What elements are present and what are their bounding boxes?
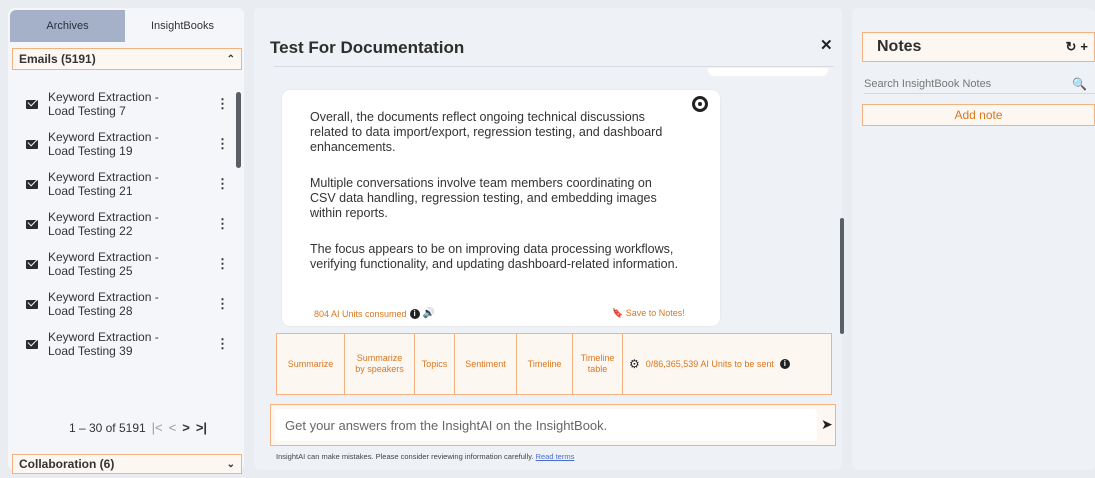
notes-search-input[interactable]: Search InsightBook Notes [864, 78, 991, 90]
notes-title: Notes [877, 38, 922, 55]
speaker-icon[interactable]: 🔊 [423, 308, 435, 319]
more-options-icon[interactable]: ⋮ [216, 96, 229, 112]
collaboration-section-label: Collaboration (6) [19, 457, 115, 471]
envelope-icon [26, 259, 38, 269]
tab-insightbooks[interactable]: InsightBooks [125, 10, 240, 42]
more-options-icon[interactable]: ⋮ [216, 336, 229, 352]
next-page-icon[interactable]: > [182, 420, 190, 435]
units-consumed: 804 AI Units consumed i 🔊 [314, 308, 435, 319]
list-item-label: Keyword Extraction - Load Testing 25 [48, 250, 159, 278]
archives-panel: Archives InsightBooks Emails (5191) ⌃ Ke… [8, 8, 244, 474]
ai-actions-toolbar: Summarize Summarize by speakers Topics S… [276, 333, 832, 395]
chat-scrollbar[interactable] [840, 218, 844, 334]
more-options-icon[interactable]: ⋮ [216, 216, 229, 232]
sentiment-button[interactable]: Sentiment [455, 334, 517, 394]
list-item[interactable]: Keyword Extraction - Load Testing 21 ⋮ [18, 164, 233, 204]
read-terms-link[interactable]: Read terms [536, 452, 575, 461]
envelope-icon [26, 219, 38, 229]
list-item-label: Keyword Extraction - Load Testing 39 [48, 330, 159, 358]
save-to-notes-link[interactable]: 🔖 Save to Notes! [612, 308, 685, 319]
left-tabs: Archives InsightBooks [10, 10, 240, 42]
list-item-label: Keyword Extraction - Load Testing 28 [48, 290, 159, 318]
envelope-icon [26, 179, 38, 189]
more-options-icon[interactable]: ⋮ [216, 296, 229, 312]
last-page-icon[interactable]: >| [196, 420, 207, 435]
list-item-label: Keyword Extraction - Load Testing 19 [48, 130, 159, 158]
list-item[interactable]: Keyword Extraction - Load Testing 19 ⋮ [18, 124, 233, 164]
close-icon[interactable]: ✕ [820, 36, 833, 54]
list-item-label: Keyword Extraction - Load Testing 22 [48, 210, 159, 238]
info-icon[interactable]: i [409, 308, 420, 319]
disclaimer: InsightAI can make mistakes. Please cons… [276, 452, 574, 461]
chevron-up-icon[interactable]: ⌃ [227, 54, 235, 65]
list-item[interactable]: Keyword Extraction - Load Testing 39 ⋮ [18, 324, 233, 364]
notes-search[interactable]: Search InsightBook Notes 🔍 [864, 74, 1095, 94]
info-icon[interactable]: i [779, 359, 790, 369]
collaboration-section-header[interactable]: Collaboration (6) ⌄ [12, 454, 242, 474]
gear-icon[interactable]: ⚙ [629, 358, 640, 370]
chat-panel: Test For Documentation ✕ Overall, the do… [254, 8, 844, 470]
bookmark-icon: 🔖 [612, 308, 624, 318]
chat-title: Test For Documentation [270, 38, 465, 57]
chat-input[interactable]: Get your answers from the InsightAI on t… [275, 409, 817, 441]
envelope-icon [26, 99, 38, 109]
prev-page-icon[interactable]: < [169, 420, 177, 435]
add-icon[interactable]: + [1080, 39, 1088, 55]
save-to-notes-label: Save to Notes! [625, 308, 685, 318]
list-item[interactable]: Keyword Extraction - Load Testing 28 ⋮ [18, 284, 233, 324]
add-note-button[interactable]: Add note [862, 104, 1095, 126]
envelope-icon [26, 139, 38, 149]
refresh-icon[interactable]: ↻ [1066, 39, 1077, 55]
emails-section-label: Emails (5191) [19, 52, 96, 66]
search-icon[interactable]: 🔍 [1072, 77, 1087, 91]
list-item[interactable]: Keyword Extraction - Load Testing 25 ⋮ [18, 244, 233, 284]
list-item-label: Keyword Extraction - Load Testing 7 [48, 90, 159, 118]
first-page-icon[interactable]: |< [152, 420, 163, 435]
notes-header: Notes ↻ + [862, 32, 1095, 62]
units-to-send-label: 0/86,365,539 AI Units to be sent [645, 359, 774, 369]
summarize-button[interactable]: Summarize [277, 334, 345, 394]
topics-button[interactable]: Topics [415, 334, 455, 394]
more-options-icon[interactable]: ⋮ [216, 256, 229, 272]
summarize-by-speakers-button[interactable]: Summarize by speakers [345, 334, 415, 394]
tab-archives[interactable]: Archives [10, 10, 125, 42]
timeline-table-button[interactable]: Timeline table [573, 334, 623, 394]
notes-panel: Notes ↻ + Search InsightBook Notes 🔍 Add… [852, 8, 1095, 470]
response-paragraph-3: The focus appears to be on improving dat… [310, 242, 679, 271]
units-to-send: ⚙ 0/86,365,539 AI Units to be sent i [623, 334, 796, 394]
response-paragraph-2: Multiple conversations involve team memb… [310, 176, 657, 220]
send-icon[interactable]: ➤ [821, 416, 833, 433]
list-item-label: Keyword Extraction - Load Testing 21 [48, 170, 159, 198]
header-divider [274, 66, 834, 67]
email-list: Keyword Extraction - Load Testing 7 ⋮ Ke… [18, 84, 233, 364]
response-paragraph-1: Overall, the documents reflect ongoing t… [310, 110, 663, 154]
chevron-down-icon[interactable]: ⌄ [227, 459, 235, 470]
units-consumed-label: 804 AI Units consumed [314, 308, 407, 319]
disclaimer-text: InsightAI can make mistakes. Please cons… [276, 452, 534, 461]
previous-message-edge [708, 68, 828, 76]
list-item[interactable]: Keyword Extraction - Load Testing 22 ⋮ [18, 204, 233, 244]
emails-section-header[interactable]: Emails (5191) ⌃ [12, 48, 242, 70]
pagination-label: 1 – 30 of 5191 [68, 420, 146, 435]
copy-icon[interactable] [692, 96, 708, 112]
timeline-button[interactable]: Timeline [517, 334, 573, 394]
notes-actions: ↻ + [1066, 39, 1089, 55]
list-item[interactable]: Keyword Extraction - Load Testing 7 ⋮ [18, 84, 233, 124]
more-options-icon[interactable]: ⋮ [216, 136, 229, 152]
envelope-icon [26, 299, 38, 309]
more-options-icon[interactable]: ⋮ [216, 176, 229, 192]
chat-input-container: Get your answers from the InsightAI on t… [270, 404, 836, 446]
envelope-icon [26, 339, 38, 349]
list-scrollbar[interactable] [236, 92, 241, 168]
pagination: 1 – 30 of 5191 |< < > >| [38, 420, 238, 435]
ai-response-card: Overall, the documents reflect ongoing t… [282, 90, 720, 326]
